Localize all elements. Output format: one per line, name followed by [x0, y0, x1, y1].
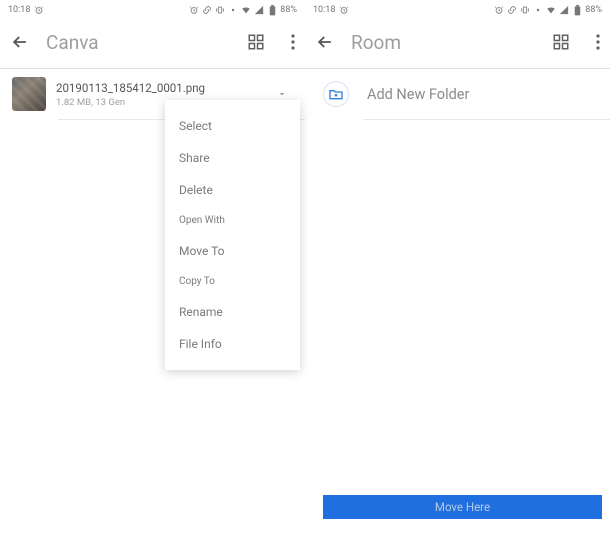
appbar-left: Canva [0, 20, 305, 64]
add-folder-icon [323, 81, 349, 107]
battery-icon [572, 5, 582, 15]
link-icon [202, 5, 212, 15]
wifi-icon [546, 5, 556, 15]
back-icon[interactable] [10, 32, 30, 52]
grid-view-icon[interactable] [552, 33, 570, 51]
battery-text: 88% [585, 5, 602, 15]
right-phone: 10:18 [305, 0, 610, 539]
menu-item-select[interactable]: Select [165, 110, 300, 142]
menu-item-delete[interactable]: Delete [165, 174, 300, 206]
link-icon [507, 5, 517, 15]
vibrate-icon [520, 5, 530, 15]
menu-item-rename[interactable]: Rename [165, 296, 300, 328]
left-phone: 10:18 [0, 0, 305, 539]
page-title: Room [351, 31, 536, 54]
page-title: Canva [46, 31, 231, 54]
battery-text: 88% [280, 5, 297, 15]
add-folder-label: Add New Folder [367, 86, 469, 103]
wifi-icon [241, 5, 251, 15]
clock-text: 10:18 [313, 5, 335, 15]
back-icon[interactable] [315, 32, 335, 52]
menu-item-file-info[interactable]: File Info [165, 328, 300, 360]
alarm-icon [34, 5, 44, 15]
clock-text: 10:18 [8, 5, 30, 15]
alarm-icon [494, 5, 504, 15]
menu-item-copy-to[interactable]: Copy To [165, 267, 300, 296]
signal-icon [254, 5, 264, 15]
statusbar-left: 10:18 [0, 0, 305, 20]
more-icon[interactable] [291, 34, 295, 50]
more-icon[interactable] [596, 34, 600, 50]
add-folder-row[interactable]: Add New Folder [305, 69, 610, 119]
vibrate-icon [215, 5, 225, 15]
grid-view-icon[interactable] [247, 33, 265, 51]
alarm-icon [339, 5, 349, 15]
dot-icon [533, 5, 543, 15]
file-name: 20190113_185412_0001.png [56, 81, 261, 95]
file-thumbnail [12, 77, 46, 111]
move-here-label: Move Here [435, 500, 490, 514]
battery-icon [267, 5, 277, 15]
chevron-down-icon[interactable] [271, 89, 293, 99]
menu-item-share[interactable]: Share [165, 142, 300, 174]
context-menu: Select Share Delete Open With Move To Co… [165, 100, 300, 370]
divider [363, 119, 610, 120]
dot-icon [228, 5, 238, 15]
menu-item-open-with[interactable]: Open With [165, 206, 300, 235]
signal-icon [559, 5, 569, 15]
move-here-button[interactable]: Move Here [323, 495, 602, 519]
appbar-right: Room [305, 20, 610, 64]
alarm-icon [189, 5, 199, 15]
menu-item-move-to[interactable]: Move To [165, 235, 300, 267]
statusbar-right: 10:18 [305, 0, 610, 20]
